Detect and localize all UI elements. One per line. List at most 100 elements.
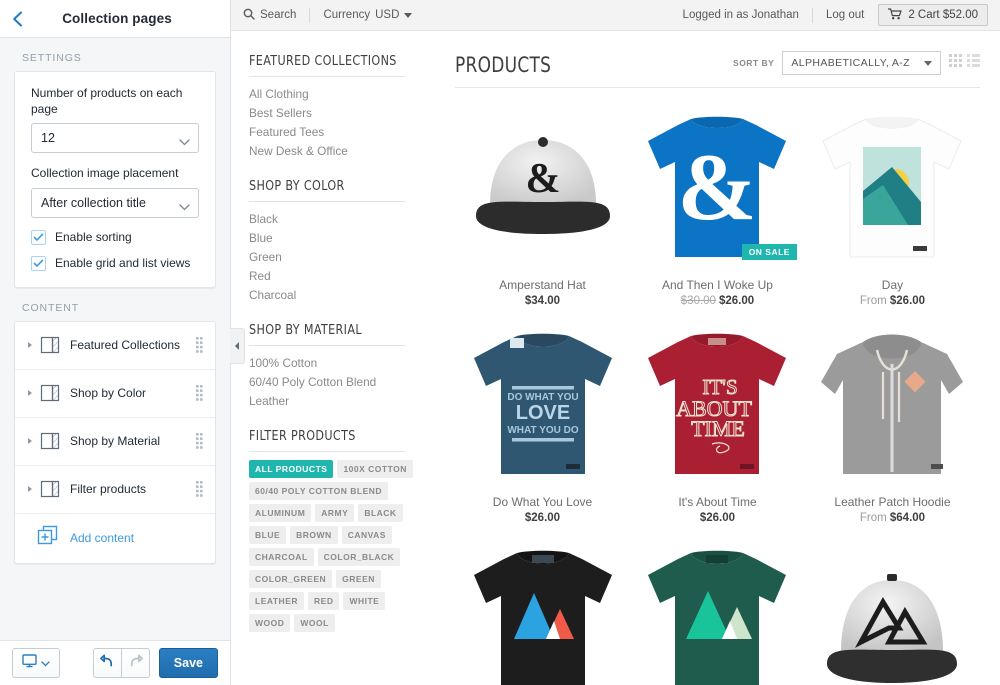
product-card[interactable]: Leather Patch Hoodie From $64.00	[805, 319, 980, 524]
sort-by-select[interactable]: ALPHABETICALLY, A-Z	[782, 51, 941, 75]
filter-tag-color-green[interactable]: COLOR_GREEN	[249, 570, 333, 588]
logout-link[interactable]: Log out	[826, 9, 864, 21]
filter-tag-red[interactable]: RED	[308, 592, 340, 610]
device-preview-button[interactable]	[12, 648, 60, 678]
product-card[interactable]: & Amperstand Hat $34.00	[455, 102, 630, 307]
product-price: From $26.00	[811, 295, 974, 307]
product-card[interactable]: & ON SALE And Then I Woke Up $30.00 $26.0…	[630, 102, 805, 307]
redo-button[interactable]	[120, 648, 150, 678]
filter-tag-charcoal[interactable]: CHARCOAL	[249, 548, 314, 566]
cart-icon	[888, 7, 902, 23]
enable-views-row[interactable]: Enable grid and list views	[31, 255, 199, 271]
drag-handle-icon[interactable]	[193, 337, 205, 353]
undo-button[interactable]	[92, 648, 121, 678]
material-link-cotton[interactable]: 100% Cotton	[249, 354, 419, 373]
enable-sorting-checkbox[interactable]	[31, 229, 46, 245]
color-link-red[interactable]: Red	[249, 267, 419, 286]
disclosure-triangle-icon[interactable]	[23, 486, 37, 493]
collection-link-featured-tees[interactable]: Featured Tees	[249, 123, 419, 142]
currency-selector[interactable]: Currency USD	[323, 9, 413, 21]
product-image-white-sunset-tee[interactable]	[811, 102, 974, 272]
filter-tag-army[interactable]: ARMY	[315, 504, 355, 522]
filter-tag-brown[interactable]: BROWN	[290, 526, 338, 544]
product-card[interactable]	[805, 536, 980, 685]
drag-handle-icon[interactable]	[193, 481, 205, 497]
product-image-green-mountain-tee[interactable]	[636, 536, 799, 685]
back-button[interactable]	[0, 1, 34, 37]
product-card[interactable]: DO WHAT YOU LOVE WHAT YOU DO Do What You…	[455, 319, 630, 524]
product-image-navy-do-what-you-love-tee[interactable]: DO WHAT YOU LOVE WHAT YOU DO	[461, 319, 624, 489]
material-link-leather[interactable]: Leather	[249, 392, 419, 411]
product-card[interactable]	[455, 536, 630, 685]
filter-tag-aluminum[interactable]: ALUMINUM	[249, 504, 312, 522]
disclosure-triangle-icon[interactable]	[23, 342, 37, 349]
filter-tag-poly-cotton-blend[interactable]: 60/40 POLY COTTON BLEND	[249, 482, 389, 500]
image-placement-select[interactable]: After collection title	[31, 187, 199, 218]
products-per-page-select[interactable]: 12	[31, 123, 199, 154]
filter-tag-all-products[interactable]: ALL PRODUCTS	[249, 460, 334, 478]
svg-text:&: &	[525, 156, 560, 202]
content-item-label: Shop by Material	[70, 434, 161, 449]
disclosure-triangle-icon[interactable]	[23, 390, 37, 397]
desktop-icon	[22, 653, 37, 673]
filter-tag-green[interactable]: GREEN	[336, 570, 381, 588]
color-link-black[interactable]: Black	[249, 210, 419, 229]
price-value: $34.00	[524, 295, 561, 307]
drag-handle-icon[interactable]	[193, 385, 205, 401]
color-link-charcoal[interactable]: Charcoal	[249, 286, 419, 305]
add-content-icon	[37, 525, 59, 551]
enable-sorting-row[interactable]: Enable sorting	[31, 229, 199, 245]
price-value: $26.00	[889, 295, 926, 307]
disclosure-triangle-icon[interactable]	[23, 438, 37, 445]
collection-link-all-clothing[interactable]: All Clothing	[249, 85, 419, 104]
product-image-black-mountain-tee[interactable]	[461, 536, 624, 685]
filter-tag-blue[interactable]: BLUE	[249, 526, 287, 544]
content-item-filter-products[interactable]: Filter products	[15, 466, 215, 514]
triangle-left-icon	[235, 342, 239, 350]
product-price: From $64.00	[811, 512, 974, 524]
product-card[interactable]	[630, 536, 805, 685]
color-link-blue[interactable]: Blue	[249, 229, 419, 248]
cart-button[interactable]: 2 Cart $52.00	[878, 4, 988, 26]
material-link-poly-blend[interactable]: 60/40 Poly Cotton Blend	[249, 373, 419, 392]
products-toolbar: SORT BY ALPHABETICALLY, A-Z	[733, 51, 980, 77]
content-item-shop-by-color[interactable]: Shop by Color	[15, 370, 215, 418]
theme-editor-app: Collection pages SETTINGS Number of prod…	[0, 0, 1000, 685]
original-price: $30.00	[680, 295, 716, 307]
caret-down-icon	[924, 57, 932, 69]
filter-tag-wool[interactable]: WOOL	[294, 614, 335, 632]
price-prefix: From	[859, 512, 887, 524]
product-image-grey-hoodie[interactable]	[811, 319, 974, 489]
filter-tag-leather[interactable]: LEATHER	[249, 592, 305, 610]
filter-tag-black[interactable]: BLACK	[358, 504, 403, 522]
product-image-red-its-about-time-tee[interactable]: IT'S ABOUT TIME	[636, 319, 799, 489]
collection-link-new-desk-office[interactable]: New Desk & Office	[249, 142, 419, 161]
product-card[interactable]: Day From $26.00	[805, 102, 980, 307]
product-image-grey-mountain-hat[interactable]	[811, 536, 974, 685]
filter-tag-canvas[interactable]: CANVAS	[341, 526, 392, 544]
content-section-label: CONTENT	[22, 301, 80, 314]
logged-in-label: Logged in as Jonathan	[682, 9, 799, 21]
product-image-grey-snapback-ampersand[interactable]: &	[461, 102, 624, 272]
add-content-button[interactable]: Add content	[15, 514, 215, 563]
filter-tag-white[interactable]: WHITE	[343, 592, 386, 610]
content-item-featured-collections[interactable]: Featured Collections	[15, 322, 215, 370]
content-item-shop-by-material[interactable]: Shop by Material	[15, 418, 215, 466]
product-image-blue-ampersand-tee[interactable]: & ON SALE	[636, 102, 799, 272]
enable-views-checkbox[interactable]	[31, 255, 46, 271]
drag-handle-icon[interactable]	[193, 433, 205, 449]
image-placement-value: After collection title	[41, 195, 146, 210]
filter-tag-100-cotton[interactable]: 100X COTTON	[337, 460, 413, 478]
collapse-panel-handle[interactable]	[230, 328, 245, 364]
grid-view-icon[interactable]	[949, 54, 962, 72]
color-link-green[interactable]: Green	[249, 248, 419, 267]
filter-tag-wood[interactable]: WOOD	[249, 614, 291, 632]
filter-tag-color-black[interactable]: COLOR_BLACK	[317, 548, 401, 566]
product-card[interactable]: IT'S ABOUT TIME It's About Time $26.00	[630, 319, 805, 524]
collection-link-best-sellers[interactable]: Best Sellers	[249, 104, 419, 123]
list-view-icon[interactable]	[967, 54, 980, 72]
search-button[interactable]: Search	[243, 8, 296, 23]
save-button[interactable]: Save	[158, 648, 218, 678]
search-icon	[243, 8, 255, 23]
products-per-page-value: 12	[41, 131, 55, 146]
